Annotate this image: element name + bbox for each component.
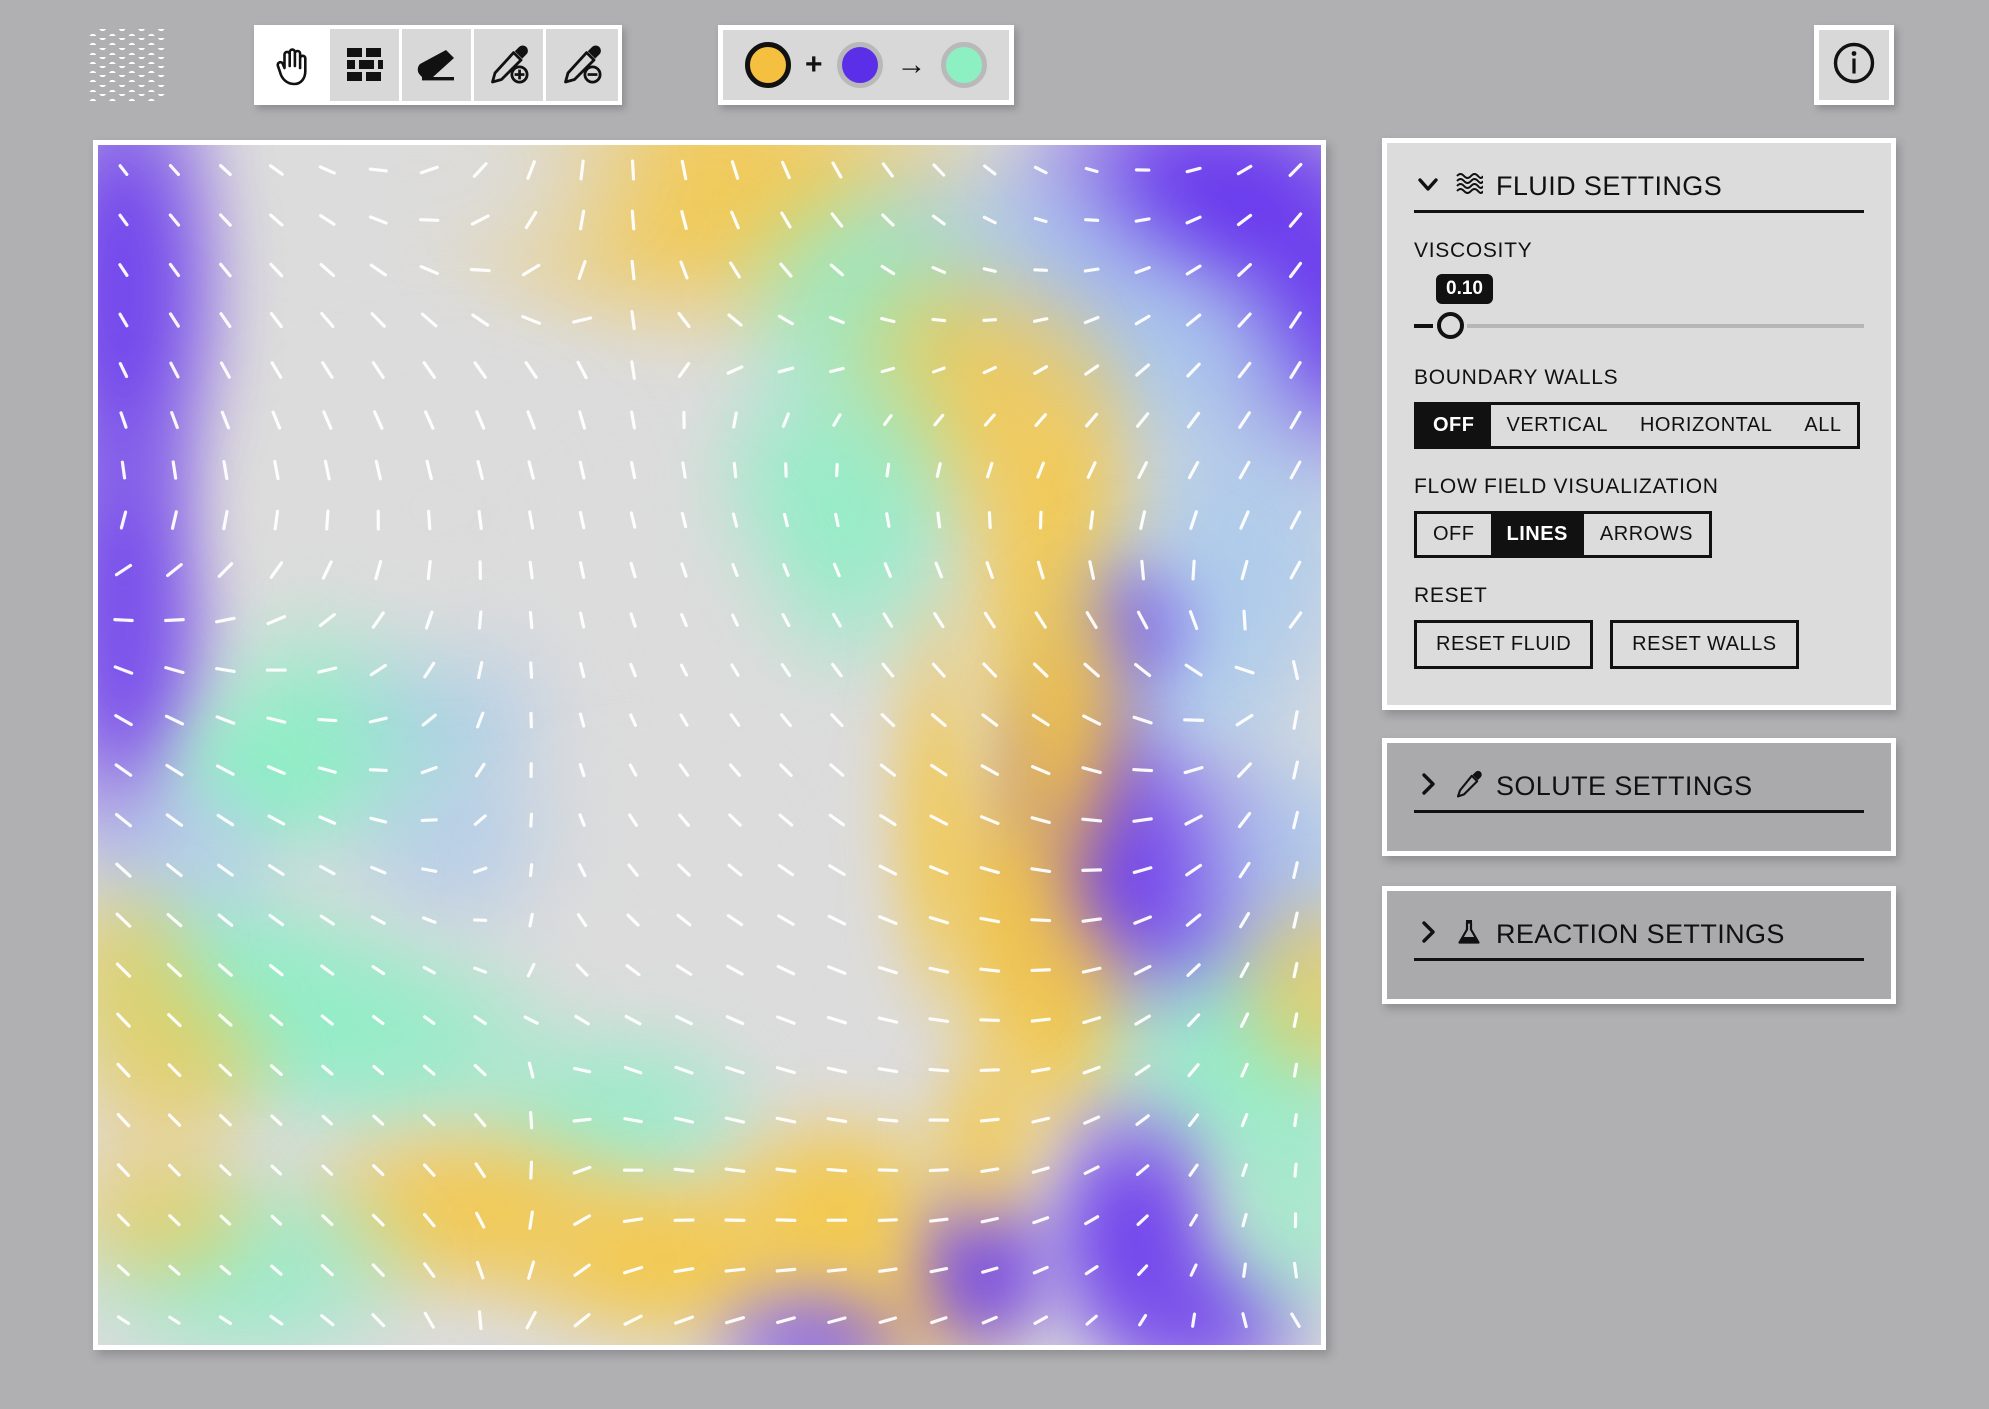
chevron-right-icon bbox=[1414, 770, 1442, 803]
slider-thumb[interactable] bbox=[1437, 312, 1464, 339]
reaction-chip: + → bbox=[718, 25, 1014, 105]
panel-title: REACTION SETTINGS bbox=[1496, 919, 1785, 949]
flow-field-label: FLOW FIELD VISUALIZATION bbox=[1414, 475, 1719, 498]
reactant-b-swatch[interactable] bbox=[836, 42, 883, 88]
boundary-walls-option-off[interactable]: OFF bbox=[1417, 405, 1491, 446]
dropper-icon bbox=[1455, 770, 1483, 803]
flow-field-option-arrows[interactable]: ARROWS bbox=[1584, 514, 1709, 555]
product-swatch[interactable] bbox=[940, 42, 987, 88]
panel-fluid-body: VISCOSITY 0.10 BOUNDARY WALLS OFF VERTICA… bbox=[1387, 239, 1891, 669]
tool-add-solute[interactable] bbox=[474, 29, 546, 101]
boundary-walls-option-vertical[interactable]: VERTICAL bbox=[1491, 405, 1624, 446]
dropper-plus-icon bbox=[488, 44, 530, 86]
reset-walls-button[interactable]: RESET WALLS bbox=[1610, 620, 1799, 669]
slider-track[interactable] bbox=[1467, 323, 1864, 328]
chevron-down-icon bbox=[1414, 170, 1442, 203]
reactant-a-swatch[interactable] bbox=[745, 42, 791, 88]
boundary-walls-option-horizontal[interactable]: HORIZONTAL bbox=[1624, 405, 1788, 446]
tool-pan[interactable] bbox=[258, 29, 330, 101]
tool-eraser[interactable] bbox=[402, 29, 474, 101]
viscosity-label: VISCOSITY bbox=[1414, 239, 1533, 262]
slider-minus-icon[interactable] bbox=[1414, 323, 1433, 328]
panel-solute-settings: SOLUTE SETTINGS bbox=[1382, 738, 1896, 856]
boundary-walls-label: BOUNDARY WALLS bbox=[1414, 366, 1619, 389]
tool-wall[interactable] bbox=[330, 29, 402, 101]
tool-group bbox=[254, 25, 622, 105]
logo-wave-line bbox=[88, 29, 166, 36]
info-button[interactable] bbox=[1814, 25, 1894, 105]
logo-wave-line bbox=[88, 84, 166, 92]
flask-icon bbox=[1455, 918, 1483, 951]
panel-title: FLUID SETTINGS bbox=[1496, 171, 1723, 201]
fluid-dye-canvas[interactable] bbox=[93, 140, 1326, 1350]
boundary-walls-segmented-control: OFF VERTICAL HORIZONTAL ALL bbox=[1414, 402, 1861, 449]
panel-divider bbox=[1414, 210, 1864, 213]
logo-wave-line bbox=[88, 38, 166, 46]
reset-label: RESET bbox=[1414, 584, 1488, 607]
viscosity-value-badge: 0.10 bbox=[1436, 274, 1493, 304]
panel-reaction-header[interactable]: REACTION SETTINGS bbox=[1387, 891, 1891, 951]
brick-wall-icon bbox=[345, 46, 385, 84]
flow-field-option-off[interactable]: OFF bbox=[1417, 514, 1491, 555]
panel-divider bbox=[1414, 958, 1864, 961]
dropper-minus-icon bbox=[561, 44, 603, 86]
logo-wave-line bbox=[88, 75, 166, 83]
boundary-walls-option-all[interactable]: ALL bbox=[1788, 405, 1857, 446]
chevron-right-icon bbox=[1414, 918, 1442, 951]
waves-icon bbox=[1455, 171, 1484, 202]
panel-fluid-settings: FLUID SETTINGS VISCOSITY 0.10 BOUNDARY W… bbox=[1382, 138, 1896, 710]
info-circle-icon bbox=[1831, 40, 1877, 91]
panel-title: SOLUTE SETTINGS bbox=[1496, 771, 1753, 801]
logo-wave-line bbox=[88, 66, 166, 74]
panel-reaction-settings: REACTION SETTINGS bbox=[1382, 886, 1896, 1004]
arrow-icon: → bbox=[896, 48, 927, 81]
tool-remove-solute[interactable] bbox=[546, 29, 618, 101]
plus-operator: + bbox=[805, 48, 823, 81]
reset-button-row: RESET FLUID RESET WALLS bbox=[1414, 620, 1864, 669]
top-toolbar: + → bbox=[0, 0, 1989, 128]
logo-wave-line bbox=[88, 47, 166, 55]
flow-field-segmented-control: OFF LINES ARROWS bbox=[1414, 511, 1712, 558]
flow-field-option-lines[interactable]: LINES bbox=[1490, 514, 1584, 555]
logo-wave-line bbox=[88, 56, 166, 64]
reset-fluid-button[interactable]: RESET FLUID bbox=[1414, 620, 1594, 669]
hand-icon bbox=[273, 44, 313, 86]
panel-fluid-header[interactable]: FLUID SETTINGS bbox=[1387, 143, 1891, 203]
waves-logo-icon bbox=[88, 26, 166, 104]
viscosity-slider[interactable]: 0.10 bbox=[1414, 274, 1864, 340]
eraser-icon bbox=[416, 46, 458, 84]
logo-wave-line bbox=[88, 93, 166, 101]
fluid-field bbox=[98, 145, 1321, 1345]
panel-divider bbox=[1414, 810, 1864, 813]
panel-solute-header[interactable]: SOLUTE SETTINGS bbox=[1387, 743, 1891, 803]
